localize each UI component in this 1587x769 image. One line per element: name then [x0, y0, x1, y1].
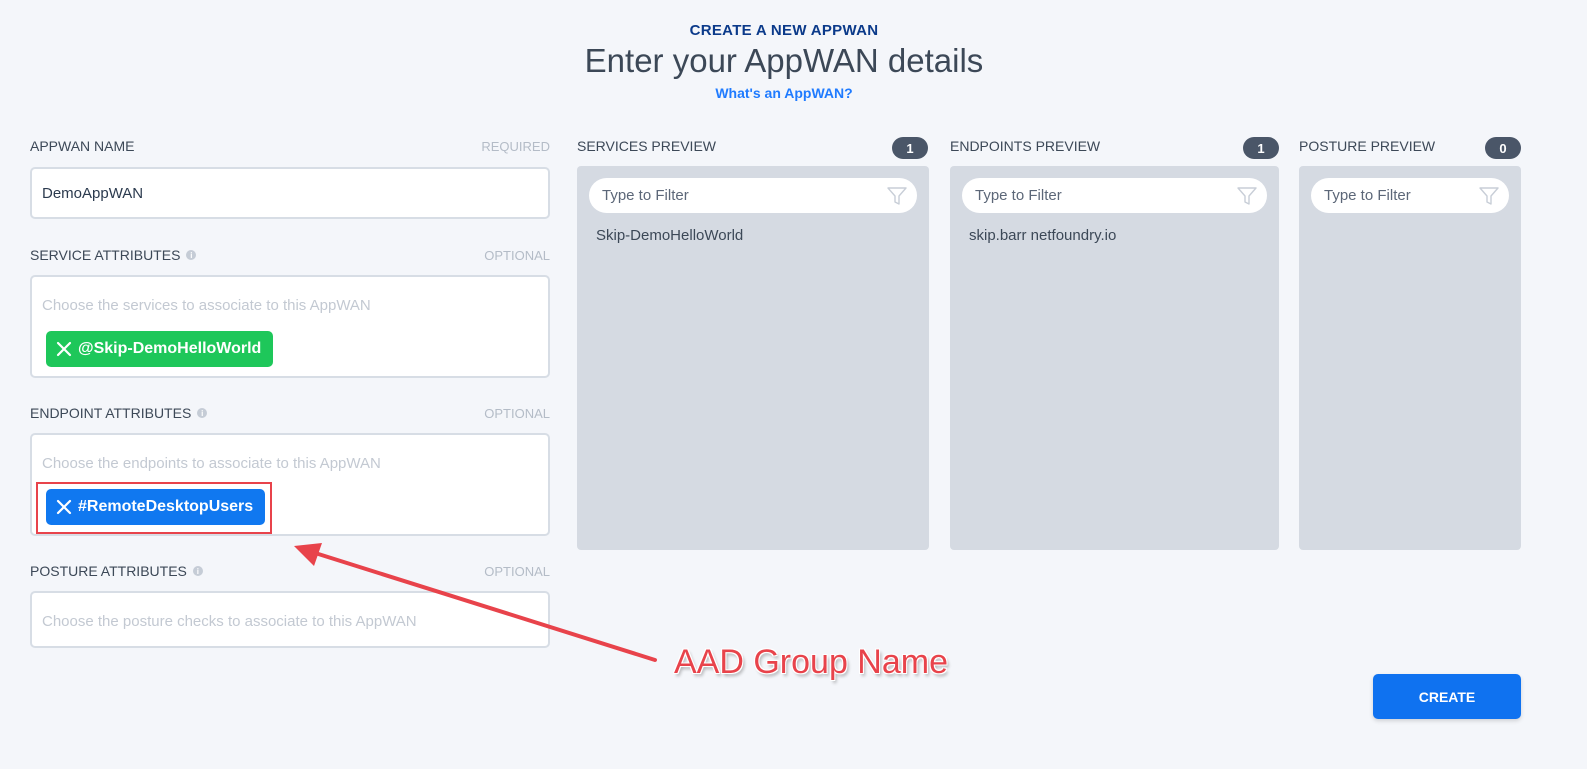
posture-preview-panel: Type to Filter — [1299, 166, 1521, 550]
endpoint-attributes-placeholder: Choose the endpoints to associate to thi… — [42, 455, 381, 472]
funnel-icon — [887, 187, 907, 205]
posture-attributes-placeholder: Choose the posture checks to associate t… — [42, 613, 417, 630]
services-preview-item: Skip-DemoHelloWorld — [596, 227, 744, 244]
endpoint-attributes-label: ENDPOINT ATTRIBUTES i — [30, 405, 208, 421]
services-filter-input[interactable]: Type to Filter — [589, 178, 917, 213]
endpoints-preview-item: skip.barr netfoundry.io — [969, 227, 1117, 244]
services-preview-count: 1 — [892, 137, 928, 159]
posture-attributes-optional: OPTIONAL — [484, 564, 550, 579]
endpoints-filter-input[interactable]: Type to Filter — [962, 178, 1267, 213]
services-filter-placeholder: Type to Filter — [602, 187, 689, 204]
service-chip-label: @Skip-DemoHelloWorld — [78, 340, 262, 357]
page-title: Enter your AppWAN details — [584, 42, 984, 79]
close-icon[interactable] — [56, 341, 72, 357]
posture-attributes-label: POSTURE ATTRIBUTES i — [30, 563, 203, 579]
service-attributes-optional: OPTIONAL — [484, 248, 550, 263]
posture-filter-input[interactable]: Type to Filter — [1311, 178, 1509, 213]
info-icon[interactable]: i — [186, 250, 197, 260]
info-icon[interactable]: i — [192, 566, 203, 576]
appwan-name-label: APPWAN NAME — [30, 138, 135, 154]
services-preview-label: SERVICES PREVIEW — [577, 138, 717, 154]
create-button[interactable]: CREATE — [1373, 674, 1521, 719]
appwan-name-label-text: APPWAN NAME — [30, 138, 135, 154]
endpoints-preview-count: 1 — [1243, 137, 1279, 159]
posture-preview-label: POSTURE PREVIEW — [1299, 138, 1436, 154]
posture-filter-placeholder: Type to Filter — [1324, 187, 1411, 204]
service-attributes-placeholder: Choose the services to associate to this… — [42, 297, 371, 314]
endpoint-attributes-label-text: ENDPOINT ATTRIBUTES — [30, 405, 192, 421]
posture-attributes-label-text: POSTURE ATTRIBUTES — [30, 563, 187, 579]
funnel-icon — [1479, 187, 1499, 205]
endpoints-filter-placeholder: Type to Filter — [975, 187, 1062, 204]
whats-an-appwan-link[interactable]: What's an AppWAN? — [0, 85, 1568, 101]
endpoint-attributes-optional: OPTIONAL — [484, 406, 550, 421]
service-attributes-label-text: SERVICE ATTRIBUTES — [30, 247, 181, 263]
page-kicker: CREATE A NEW APPWAN — [689, 22, 879, 39]
funnel-icon — [1237, 187, 1257, 205]
endpoints-preview-panel: Type to Filter skip.barr netfoundry.io — [950, 166, 1279, 550]
posture-preview-count: 0 — [1485, 137, 1521, 159]
endpoints-preview-label: ENDPOINTS PREVIEW — [950, 138, 1101, 154]
posture-attributes-input[interactable]: Choose the posture checks to associate t… — [30, 591, 550, 648]
appwan-name-required: REQUIRED — [481, 139, 550, 154]
appwan-name-input[interactable] — [30, 167, 550, 219]
services-preview-panel: Type to Filter Skip-DemoHelloWorld — [577, 166, 929, 550]
annotation-highlight-box — [36, 482, 272, 534]
service-attributes-label: SERVICE ATTRIBUTES i — [30, 247, 197, 263]
info-icon[interactable]: i — [197, 408, 208, 418]
service-chip: @Skip-DemoHelloWorld — [46, 331, 274, 367]
annotation-label: AAD Group Name — [674, 643, 948, 681]
service-attributes-input[interactable]: Choose the services to associate to this… — [30, 275, 550, 378]
